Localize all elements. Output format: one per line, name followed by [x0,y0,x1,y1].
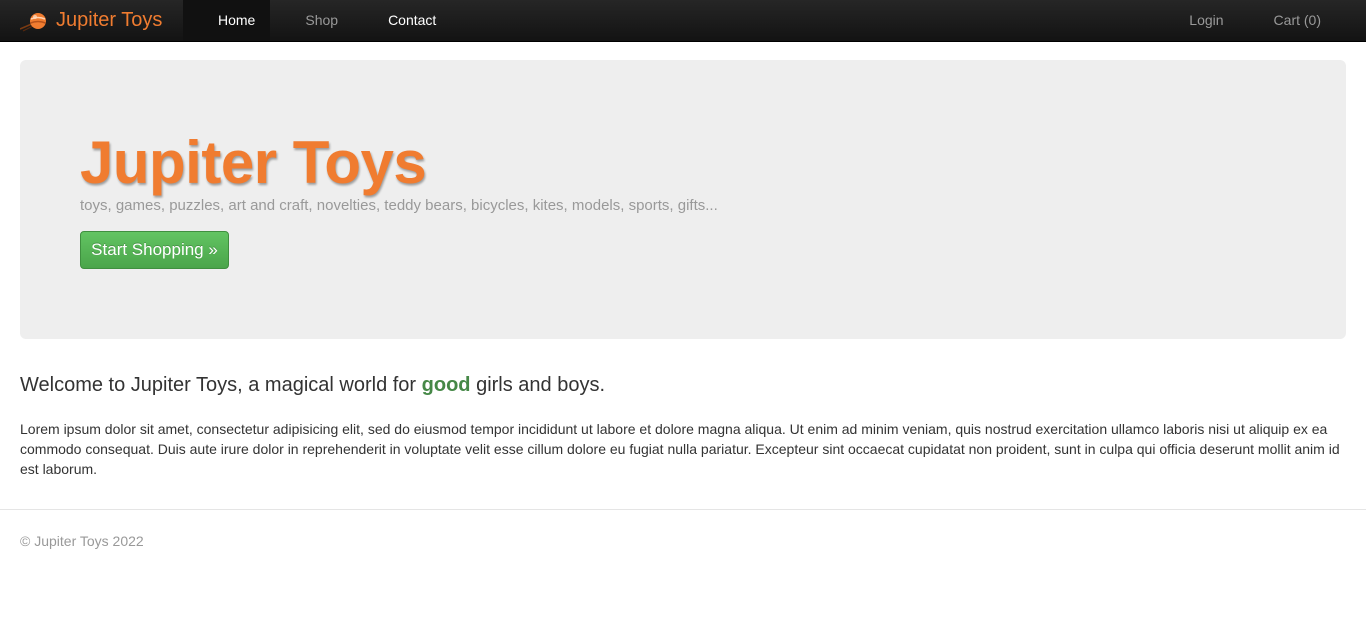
brand-link[interactable]: Jupiter Toys [20,0,162,41]
start-shopping-button[interactable]: Start Shopping » [80,231,229,269]
main-nav: Home Shop Contact [183,0,471,41]
top-navbar: Jupiter Toys Home Shop Contact Login Car… [0,0,1366,42]
welcome-heading: Welcome to Jupiter Toys, a magical world… [20,372,605,398]
hero-subtitle: toys, games, puzzles, art and craft, nov… [80,197,718,214]
footer-divider [0,509,1366,510]
nav-login[interactable]: Login [1174,0,1238,41]
welcome-emphasis: good [421,374,471,396]
nav-shop[interactable]: Shop [290,0,353,41]
intro-paragraph: Lorem ipsum dolor sit amet, consectetur … [20,421,1340,477]
hero-banner: Jupiter Toys toys, games, puzzles, art a… [20,60,1346,339]
brand-name: Jupiter Toys [56,9,163,31]
nav-cart[interactable]: Cart (0) [1259,0,1336,41]
footer-copyright: © Jupiter Toys 2022 [20,533,144,549]
hero-title: Jupiter Toys [80,129,427,196]
user-nav: Login Cart (0) [1154,0,1336,41]
welcome-text-start: Welcome to Jupiter Toys, a magical world… [20,374,422,396]
nav-contact[interactable]: Contact [373,0,451,41]
welcome-text-end: girls and boys. [470,374,606,396]
planet-logo-icon [20,12,46,31]
nav-home[interactable]: Home [183,0,271,41]
